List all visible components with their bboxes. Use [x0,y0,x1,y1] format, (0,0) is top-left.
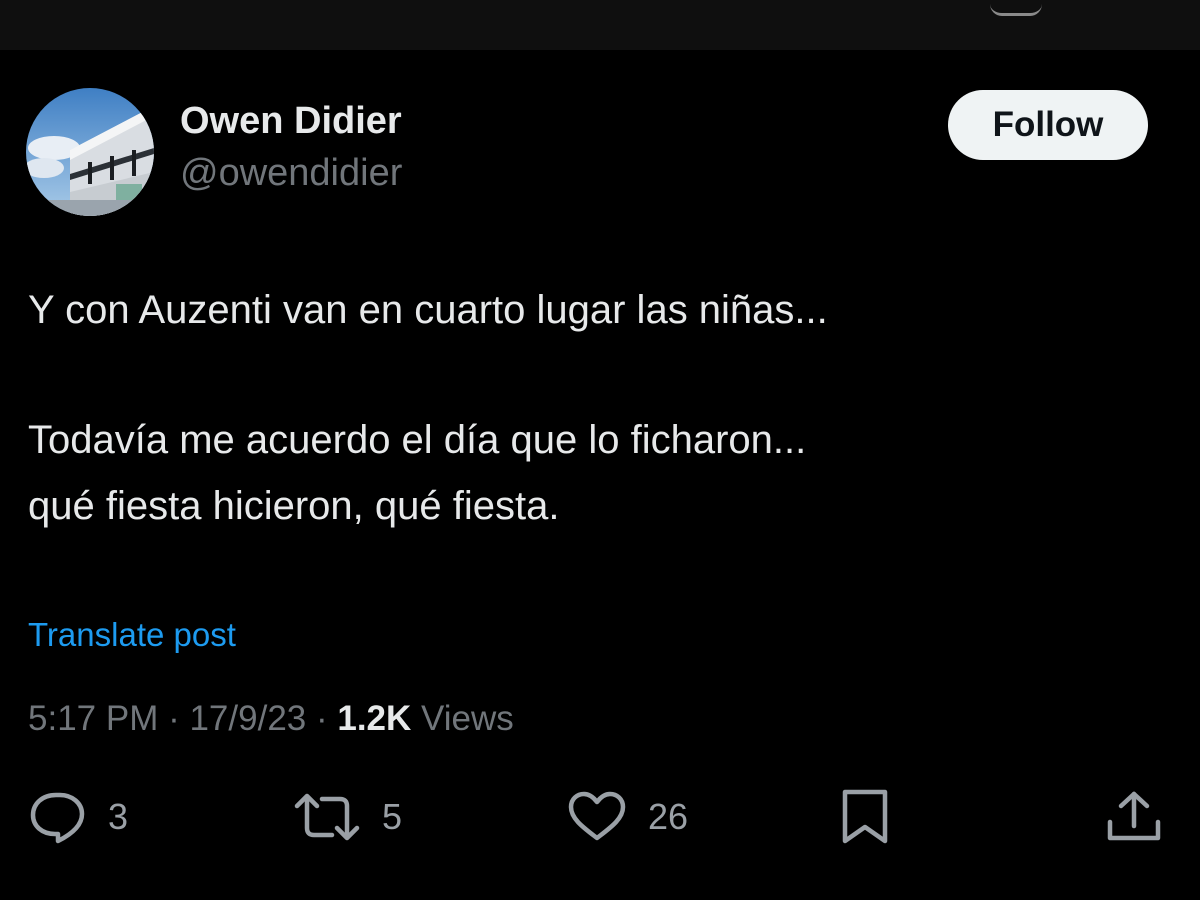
user-handle[interactable]: @owendidier [180,152,402,195]
post-metadata: 5:17 PM · 17/9/23 · 1.2K Views [28,699,514,739]
heart-icon [568,791,626,841]
drag-handle-icon [990,0,1042,16]
follow-button[interactable]: Follow [948,90,1148,160]
top-bar [0,0,1200,50]
repost-count: 5 [382,796,403,837]
post-text-line: Todavía me acuerdo el día que lo ficharo… [28,418,807,462]
share-button[interactable] [1104,790,1164,844]
separator: · [158,699,190,738]
views-count: 1.2K [337,699,412,738]
separator: · [306,699,338,738]
reply-count: 3 [108,796,129,837]
post-time[interactable]: 5:17 PM [28,699,158,738]
bookmark-icon [842,789,888,844]
avatar[interactable] [26,88,154,216]
post-text-line: Y con Auzenti van en cuarto lugar las ni… [28,288,828,332]
post-date[interactable]: 17/9/23 [189,699,306,738]
display-name[interactable]: Owen Didier [180,100,402,143]
bookmark-button[interactable] [838,789,892,844]
repost-button[interactable]: 5 [292,790,402,844]
reply-button[interactable]: 3 [28,790,128,844]
like-count: 26 [648,796,689,837]
views-label: Views [421,699,514,738]
avatar-image [26,88,154,216]
share-icon [1107,791,1161,841]
translate-post-link[interactable]: Translate post [28,616,236,654]
like-button[interactable]: 26 [566,790,688,844]
repost-icon [294,793,360,841]
post-text-line: qué fiesta hicieron, qué fiesta. [28,484,560,528]
reply-icon [30,792,85,844]
